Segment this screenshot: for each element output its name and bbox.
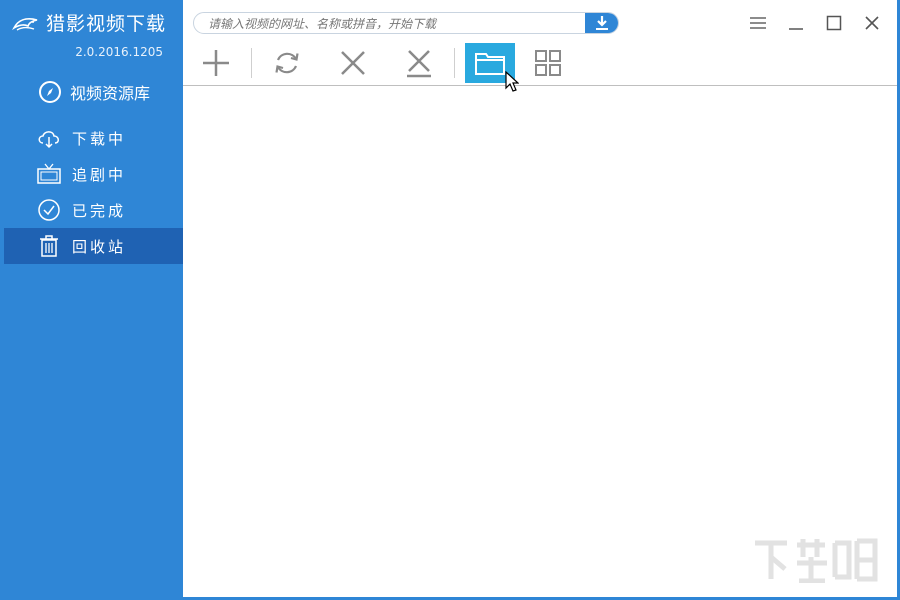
refresh-button[interactable] [262, 43, 312, 83]
minimize-button[interactable] [784, 12, 808, 34]
sidebar-item-completed[interactable]: 已完成 [4, 192, 183, 228]
x-underline-icon [407, 50, 431, 78]
toolbar-divider [251, 48, 252, 78]
maximize-button[interactable] [822, 12, 846, 34]
download-icon [595, 16, 608, 30]
sidebar-item-label: 回收站 [72, 237, 127, 256]
main-panel [183, 0, 897, 597]
sidebar-item-downloading[interactable]: 下载中 [4, 120, 183, 156]
x-icon [341, 51, 365, 75]
trash-icon [36, 234, 62, 258]
app-name: 猎影视频下载 [46, 13, 167, 35]
app-version: 2.0.2016.1205 [75, 45, 163, 59]
app-brand: 猎影视频下载 [12, 9, 166, 36]
video-library-button[interactable]: 视频资源库 [38, 80, 150, 104]
sidebar-item-label: 追剧中 [72, 165, 127, 184]
leopard-logo-icon [12, 17, 38, 31]
toolbar-divider-line [183, 85, 897, 86]
video-library-label: 视频资源库 [70, 84, 151, 103]
sidebar-item-recycle-bin[interactable]: 回收站 [4, 228, 183, 264]
watermark-logo-icon [751, 535, 881, 587]
grid-view-button[interactable] [523, 43, 573, 83]
sidebar: 猎影视频下载 2.0.2016.1205 视频资源库 下载中 追剧中 已完成 回… [0, 0, 183, 600]
add-button[interactable] [191, 43, 241, 83]
sidebar-item-tracking[interactable]: 追剧中 [4, 156, 183, 192]
tv-icon [36, 162, 62, 186]
delete-all-button[interactable] [394, 43, 444, 83]
close-icon [865, 16, 879, 30]
grid-icon [535, 50, 561, 76]
refresh-icon [275, 52, 299, 74]
menu-icon [750, 17, 766, 29]
folder-icon [475, 53, 505, 75]
minimize-icon [789, 28, 803, 30]
search-box [193, 12, 619, 34]
plus-icon [203, 50, 229, 76]
sidebar-item-label: 已完成 [72, 201, 127, 220]
mouse-cursor-icon [505, 70, 520, 97]
search-input[interactable] [194, 13, 590, 33]
download-go-button[interactable] [585, 13, 618, 33]
toolbar [183, 43, 897, 83]
toolbar-divider [454, 48, 455, 78]
check-circle-icon [36, 198, 62, 222]
compass-icon [39, 81, 61, 103]
close-button[interactable] [860, 12, 884, 34]
sidebar-nav: 下载中 追剧中 已完成 回收站 [4, 120, 183, 264]
maximize-icon [826, 15, 842, 31]
sidebar-item-label: 下载中 [72, 129, 127, 148]
delete-button[interactable] [328, 43, 378, 83]
cloud-download-icon [36, 126, 62, 150]
menu-button[interactable] [746, 12, 770, 34]
